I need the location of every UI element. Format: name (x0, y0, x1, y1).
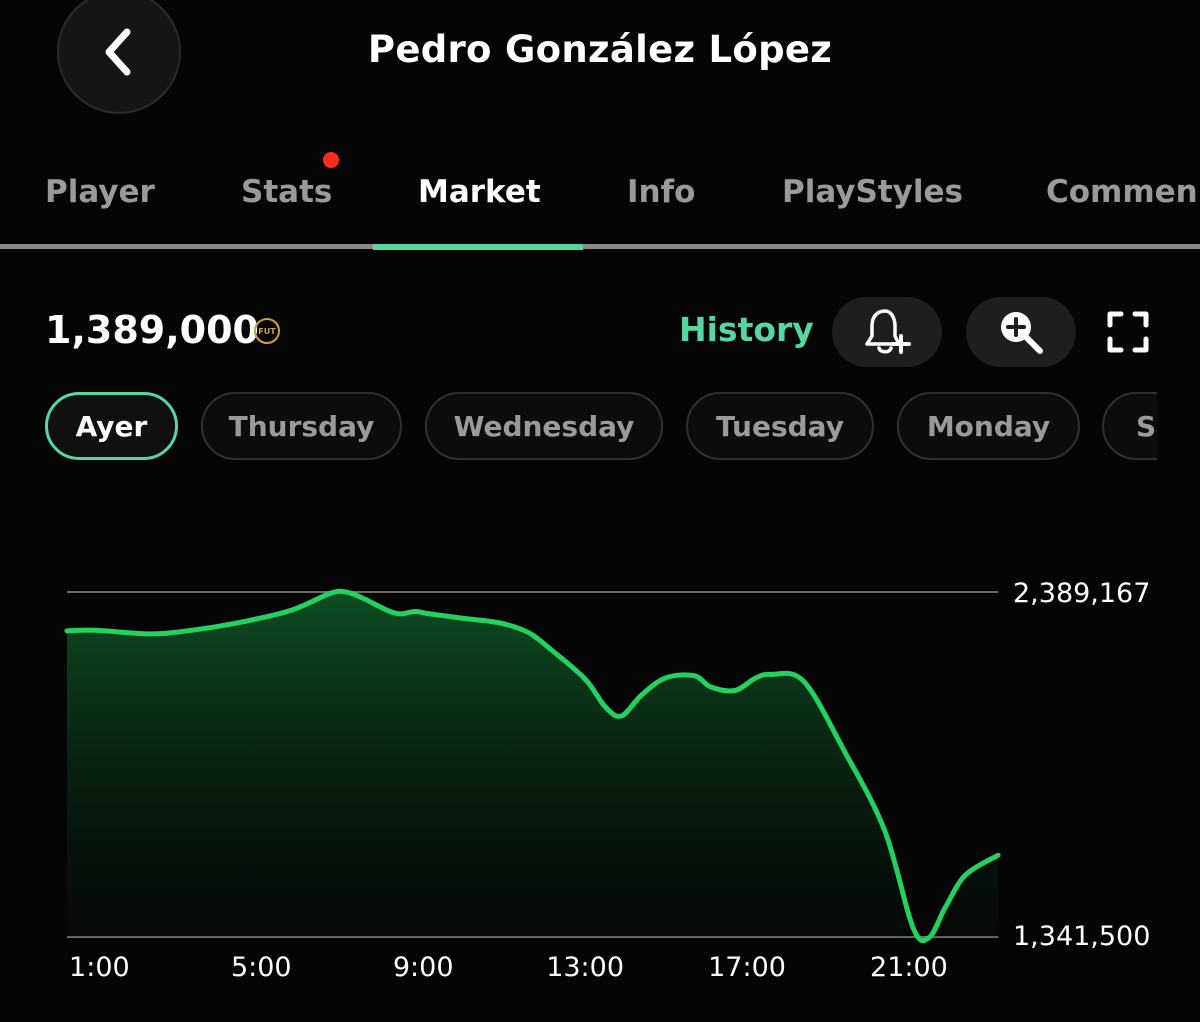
x-tick-label: 21:00 (870, 952, 948, 983)
chip-sunday[interactable]: Su (1102, 392, 1157, 460)
x-axis-labels: 1:00 5:00 9:00 13:00 17:00 21:00 (69, 952, 948, 983)
price-alert-button[interactable] (832, 297, 942, 367)
fullscreen-icon (1107, 311, 1149, 353)
fullscreen-button[interactable] (1104, 308, 1152, 356)
x-tick-label: 9:00 (393, 952, 454, 983)
tab-comments[interactable]: Commen (1046, 174, 1198, 210)
x-tick-label: 13:00 (546, 952, 624, 983)
day-selector: Ayer Thursday Wednesday Tuesday Monday S… (0, 390, 1157, 466)
bell-plus-icon (865, 309, 911, 354)
y-tick-label-min: 1,341,500 (1013, 921, 1150, 952)
active-tab-indicator (373, 244, 583, 250)
price-chart: 2,389,167 1,341,500 1:00 5:00 9:00 13:00 17:… (64, 578, 1150, 983)
notification-dot (323, 152, 339, 168)
tab-player[interactable]: Player (45, 174, 155, 210)
chip-ayer[interactable]: Ayer (45, 392, 178, 460)
chip-wednesday[interactable]: Wednesday (425, 392, 663, 460)
history-link[interactable]: History (679, 310, 814, 349)
tab-stats[interactable]: Stats (241, 174, 332, 210)
tab-playstyles[interactable]: PlayStyles (782, 174, 963, 210)
chip-thursday[interactable]: Thursday (201, 392, 402, 460)
tab-info[interactable]: Info (627, 174, 695, 210)
chip-tuesday[interactable]: Tuesday (686, 392, 874, 460)
zoom-in-icon (1001, 312, 1043, 354)
tab-bar: Player Stats Market Info PlayStyles Comm… (0, 160, 1200, 250)
x-tick-label: 17:00 (708, 952, 786, 983)
x-tick-label: 5:00 (231, 952, 292, 983)
page-title: Pedro González López (367, 28, 833, 71)
fut-coin-icon: FUT (254, 318, 280, 344)
tab-divider (0, 244, 1200, 249)
tab-market[interactable]: Market (418, 174, 541, 210)
current-price: 1,389,000 (45, 308, 259, 352)
x-tick-label: 1:00 (69, 952, 130, 983)
chip-monday[interactable]: Monday (897, 392, 1080, 460)
zoom-button[interactable] (966, 297, 1076, 367)
y-tick-label-max: 2,389,167 (1013, 578, 1150, 609)
price-area (67, 591, 998, 941)
